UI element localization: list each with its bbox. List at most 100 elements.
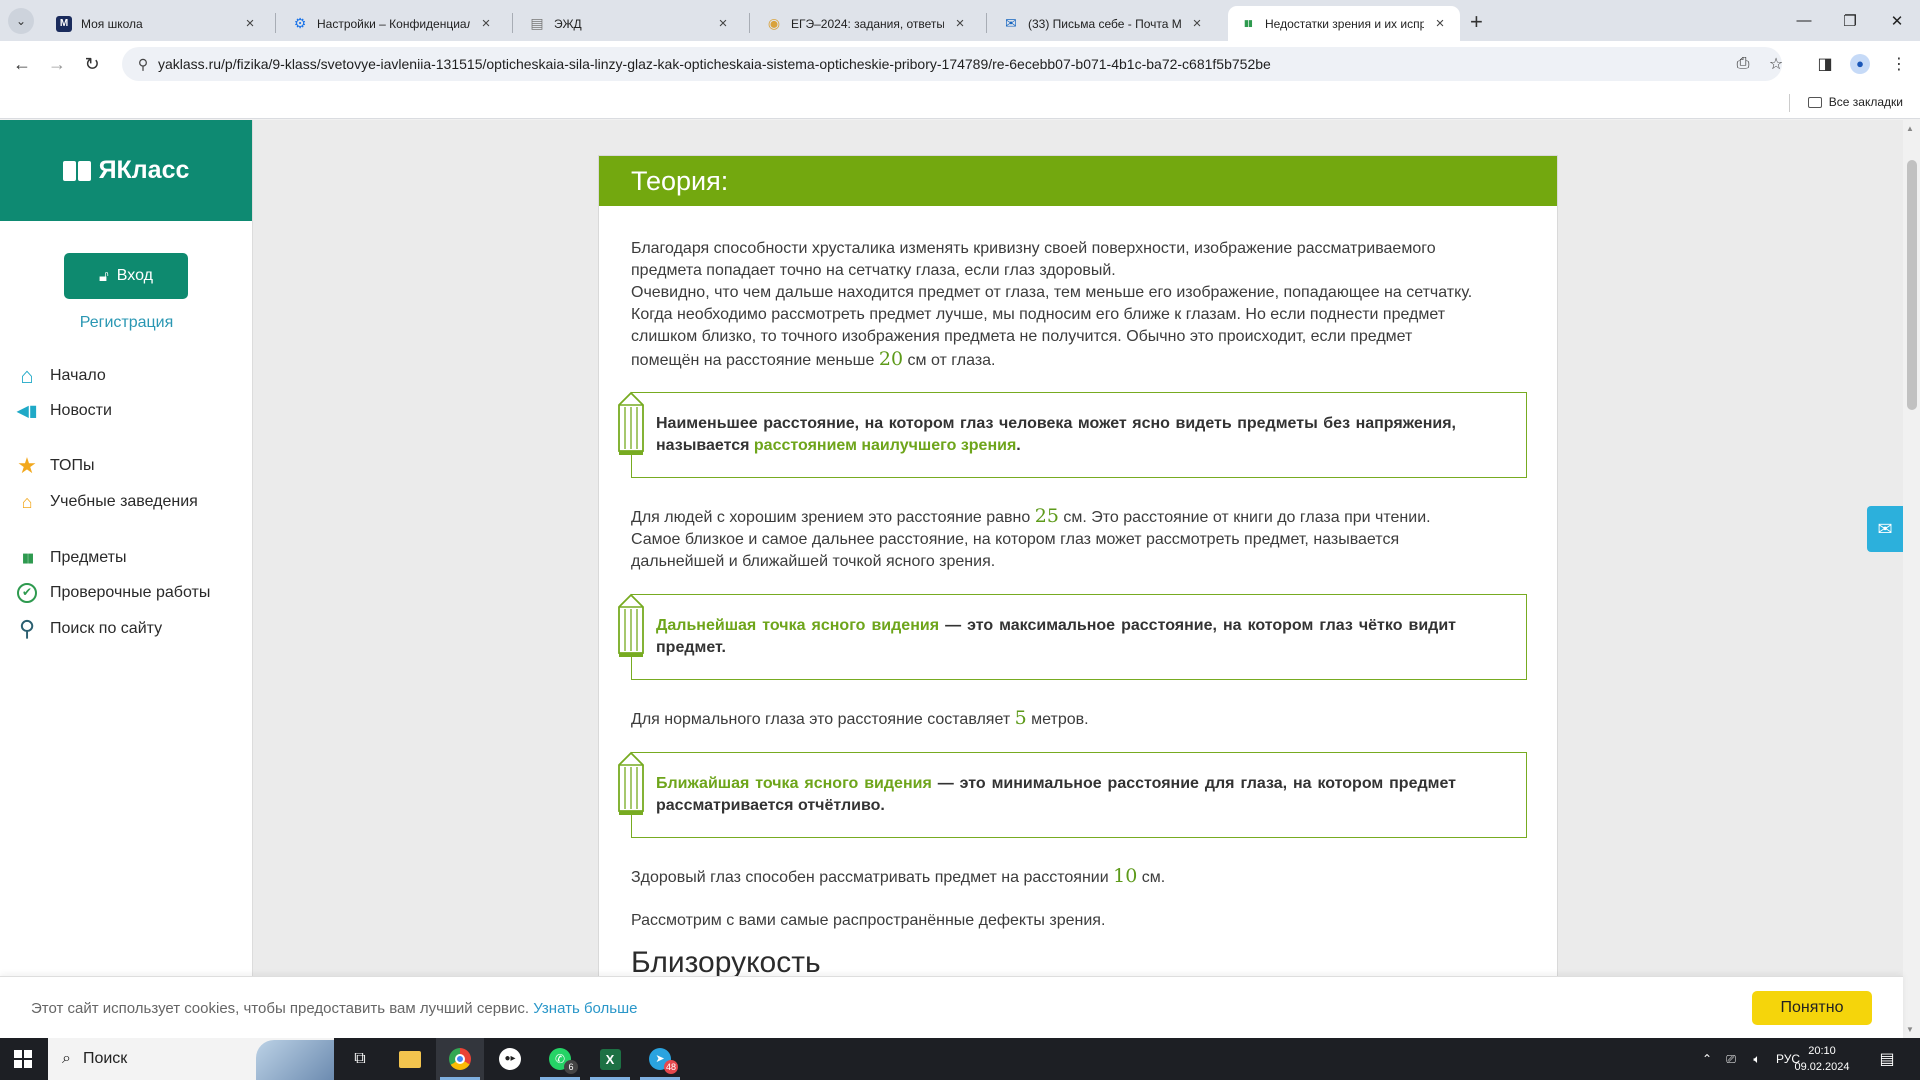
paragraph-good-vision: Для людей с хорошим зрением это расстоян…: [631, 505, 1531, 573]
page-scrollbar[interactable]: ▲ ▼: [1903, 120, 1920, 1038]
pencil-icon: [618, 751, 644, 815]
cookie-accept-button[interactable]: Понятно: [1752, 991, 1872, 1025]
theory-heading: Теория:: [599, 156, 1557, 206]
definition-text: Ближайшая точка ясного видения — это мин…: [656, 773, 1456, 817]
minimize-icon[interactable]: —: [1781, 0, 1827, 41]
tab-5[interactable]: ✉ (33) Письма себе - Почта Mail ×: [991, 6, 1217, 41]
close-icon[interactable]: ×: [715, 15, 731, 32]
tab-4[interactable]: ◉ ЕГЭ–2024: задания, ответы, ре ×: [754, 6, 980, 41]
side-panel-icon[interactable]: ◨: [1812, 51, 1838, 77]
tab-3[interactable]: ▤ ЭЖД ×: [517, 6, 743, 41]
lock-icon: 🔓︎: [99, 267, 109, 285]
close-icon[interactable]: ×: [478, 15, 494, 32]
profile-icon[interactable]: ●: [1847, 51, 1873, 77]
nav-subjects[interactable]: ▮▮ Предметы: [16, 546, 127, 570]
back-icon[interactable]: ←: [9, 51, 35, 77]
site-info-icon[interactable]: ⚲: [128, 56, 158, 73]
scrollbar-thumb[interactable]: [1907, 160, 1917, 410]
scroll-up-icon[interactable]: ▲: [1906, 124, 1914, 133]
nav-news[interactable]: ◀▮ Новости: [16, 399, 112, 423]
install-app-icon[interactable]: ⎙: [1730, 51, 1756, 77]
close-icon[interactable]: ×: [1432, 15, 1448, 32]
reload-icon[interactable]: ↻: [79, 51, 105, 77]
system-tray: ⌃ ⎚ 🔈︎ РУС: [1696, 1038, 1806, 1080]
volume-icon[interactable]: 🔈︎: [1744, 1052, 1770, 1067]
nav-tops[interactable]: ★ ТОПы: [16, 453, 95, 478]
check-icon: ✔: [16, 582, 38, 604]
logo-text: ЯКласс: [98, 156, 190, 184]
nav-tests[interactable]: ✔ Проверочные работы: [16, 581, 210, 605]
text-fragment: см. Это расстояние от книги до глаза при…: [1063, 509, 1431, 526]
login-button[interactable]: 🔓︎ Вход: [64, 253, 188, 299]
pencil-icon: [618, 391, 644, 455]
highlighted-term: расстоянием наилучшего зрения: [753, 437, 1017, 454]
address-bar[interactable]: ⚲ yaklass.ru/p/fizika/9-klass/svetovye-i…: [122, 47, 1782, 81]
task-view-button[interactable]: ⧉: [336, 1038, 384, 1080]
forward-icon[interactable]: →: [44, 51, 70, 77]
text-fragment: см от глаза.: [907, 352, 996, 369]
text-fragment: .: [1016, 437, 1021, 454]
taskbar-search[interactable]: ⌕ Поиск: [48, 1038, 334, 1080]
bookmarks-separator: [1789, 94, 1790, 112]
tab-2[interactable]: ⚙ Настройки – Конфиденциальн ×: [280, 6, 506, 41]
text-fragment: Для людей с хорошим зрением это расстоян…: [631, 509, 1031, 526]
definition-box-near-point: Ближайшая точка ясного видения — это мин…: [618, 751, 1527, 838]
text-line: Для нормального глаза это расстояние сос…: [631, 707, 1531, 731]
tab-1[interactable]: М Моя школа ×: [44, 6, 270, 41]
windows-taskbar: ⌕ Поиск ⧉ ●▸ ✆ 6 X ➤ 48 ⌃ ⎚ 🔈︎ РУС 20:10…: [0, 1038, 1920, 1080]
url-text[interactable]: yaklass.ru/p/fizika/9-klass/svetovye-iav…: [158, 56, 1271, 72]
window-close-icon[interactable]: ✕: [1874, 0, 1920, 41]
network-icon[interactable]: ⎚: [1718, 1052, 1744, 1067]
tab-search-button[interactable]: ⌄: [8, 8, 34, 34]
tab-6-active[interactable]: ▮▮ Недостатки зрения и их испра ×: [1228, 6, 1460, 41]
media-icon: ●▸: [499, 1048, 521, 1070]
telegram-app[interactable]: ➤ 48: [636, 1038, 684, 1080]
tray-expand-icon[interactable]: ⌃: [1696, 1052, 1718, 1066]
start-button[interactable]: [0, 1038, 46, 1080]
close-icon[interactable]: ×: [242, 15, 258, 32]
definition-box-best-vision: Наименьшее расстояние, на котором глаз ч…: [618, 391, 1527, 478]
all-bookmarks-label: Все закладки: [1828, 95, 1903, 109]
nav-label: Поиск по сайту: [50, 620, 163, 637]
notifications-icon[interactable]: ▤: [1872, 1038, 1902, 1080]
media-app[interactable]: ●▸: [486, 1038, 534, 1080]
nav-label: ТОПы: [50, 457, 95, 474]
explorer-app[interactable]: [386, 1038, 434, 1080]
restore-icon[interactable]: ❐: [1827, 0, 1873, 41]
whatsapp-badge: 6: [564, 1060, 578, 1074]
cookie-text: Этот сайт использует cookies, чтобы пред…: [31, 1000, 638, 1017]
all-bookmarks-button[interactable]: Все закладки: [1807, 95, 1903, 109]
nav-label: Предметы: [50, 549, 127, 566]
new-tab-icon[interactable]: +: [1470, 9, 1483, 35]
whatsapp-app[interactable]: ✆ 6: [536, 1038, 584, 1080]
register-link[interactable]: Регистрация: [0, 314, 253, 332]
text-line: дальнейшей и ближайшей точкой ясного зре…: [631, 553, 996, 570]
menu-icon[interactable]: ⋮: [1886, 51, 1912, 77]
system-clock[interactable]: 20:10 09.02.2024: [1794, 1043, 1850, 1075]
tab-title: Недостатки зрения и их испра: [1265, 16, 1424, 31]
chrome-app[interactable]: [436, 1038, 484, 1080]
search-highlight-image: [256, 1040, 334, 1080]
excel-app[interactable]: X: [586, 1038, 634, 1080]
feedback-mail-button[interactable]: ✉: [1867, 506, 1903, 552]
bookmark-star-icon[interactable]: ☆: [1763, 51, 1789, 77]
close-icon[interactable]: ×: [1189, 15, 1205, 32]
nav-home[interactable]: ⌂ Начало: [16, 363, 105, 388]
tab-title: Настройки – Конфиденциальн: [317, 16, 470, 31]
tab-strip: ⌄ М Моя школа × ⚙ Настройки – Конфиденци…: [0, 0, 1920, 41]
sidebar: ЯКласс 🔓︎ Вход Регистрация ⌂ Начало ◀▮ Н…: [0, 120, 253, 1038]
home-icon: ⌂: [20, 363, 34, 388]
definition-text: Дальнейшая точка ясного видения — это ма…: [656, 615, 1456, 659]
site-logo[interactable]: ЯКласс: [0, 120, 252, 221]
nav-search[interactable]: ⚲ Поиск по сайту: [16, 616, 163, 641]
document-icon: ▤: [530, 15, 544, 31]
taskbar-search-label: Поиск: [82, 1050, 128, 1067]
close-icon[interactable]: ×: [952, 15, 968, 32]
section-title-myopia: Близорукость: [631, 946, 821, 979]
intro-paragraph: Благодаря способности хрусталика изменят…: [631, 238, 1531, 372]
nav-schools[interactable]: ⌂ Учебные заведения: [16, 490, 198, 514]
paragraph-defects: Рассмотрим с вами самые распространённые…: [631, 912, 1106, 929]
clock-date: 09.02.2024: [1794, 1061, 1850, 1073]
scroll-down-icon[interactable]: ▼: [1906, 1025, 1914, 1034]
learn-more-link[interactable]: Узнать больше: [533, 1000, 637, 1017]
